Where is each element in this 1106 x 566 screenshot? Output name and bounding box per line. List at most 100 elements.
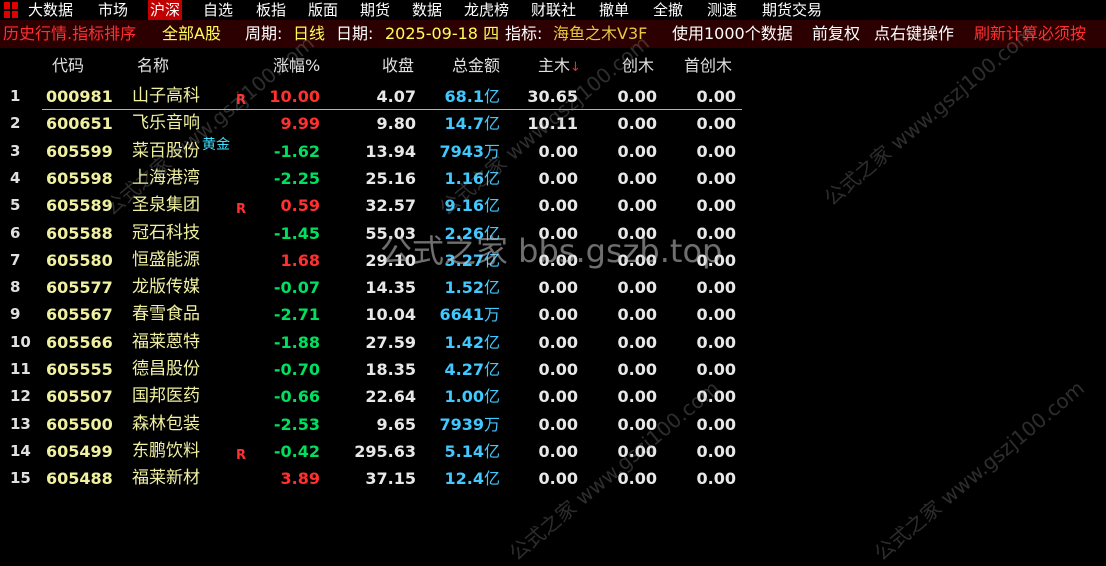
table-row[interactable]: 9 605567 春雪食品 -2.71 10.04 6641万 0.00 0.00 0.00 xyxy=(0,301,1106,329)
menu-item[interactable]: 自选 xyxy=(201,0,235,20)
menu-item[interactable]: 沪深 xyxy=(148,0,183,20)
close-price: 22.64 xyxy=(365,387,416,407)
first-chuang-value: 0.00 xyxy=(696,87,736,106)
table-row[interactable]: 14 605499 东鹏饮料 R -0.42 295.63 5.14亿 0.00 0.00 0.0… xyxy=(0,438,1106,466)
indicator-caption: 指标: xyxy=(505,24,543,43)
total-amount: 1.52亿 xyxy=(445,274,501,301)
change-pct: 10.00 xyxy=(269,87,320,106)
period-caption: 周期: xyxy=(245,24,283,43)
change-pct: 9.99 xyxy=(280,114,320,134)
row-index: 14 xyxy=(10,441,31,460)
menu-item[interactable]: 板指 xyxy=(254,0,288,20)
chuang-value: 0.00 xyxy=(617,141,657,161)
main-value: 0.00 xyxy=(538,196,578,216)
menu-item[interactable]: 财联社 xyxy=(529,0,578,20)
change-pct: -0.07 xyxy=(273,278,320,298)
watermark-text: 公式之家 bbs.gszb.top xyxy=(380,232,723,270)
amount-value: 14.7 xyxy=(444,114,484,134)
stock-code: 605599 xyxy=(46,141,113,161)
table-row[interactable]: 11 605555 德昌股份 -0.70 18.35 4.27亿 0.00 0.00 0.00 xyxy=(0,356,1106,384)
selected-row-underline xyxy=(42,109,742,110)
close-price: 14.35 xyxy=(365,278,416,298)
mode-label[interactable]: 历史行情.指标排序 xyxy=(3,20,136,48)
row-index: 5 xyxy=(10,196,21,215)
first-chuang-value: 0.00 xyxy=(696,196,736,216)
table-row[interactable]: 13 605500 森林包装 -2.53 9.65 7939万 0.00 0.00 0.00 xyxy=(0,411,1106,439)
total-amount: 12.4亿 xyxy=(445,465,501,492)
stock-code: 605598 xyxy=(46,168,113,188)
amount-unit: 亿 xyxy=(483,278,500,298)
stock-code: 600651 xyxy=(46,114,113,134)
adjust-button[interactable]: 前复权 xyxy=(812,20,860,48)
usage-text: 使用1000个数据 xyxy=(672,24,793,43)
status-info-bar: 历史行情.指标排序 全部A股 周期: 日线 日期: 2025-09-18 四 指… xyxy=(0,20,1106,48)
close-price: 32.57 xyxy=(365,196,416,216)
table-row[interactable]: 8 605577 龙版传媒 -0.07 14.35 1.52亿 0.00 0.00 0.00 xyxy=(0,274,1106,302)
table-header: 代码 名称 涨幅% 收盘 总金额 主木↓ 创木 首创木 xyxy=(0,52,1106,80)
menu-item[interactable]: 大数据 xyxy=(26,0,75,20)
change-pct: -2.25 xyxy=(273,168,320,188)
amount-unit: 亿 xyxy=(483,387,500,407)
amount-unit: 亿 xyxy=(483,469,500,489)
row-index: 4 xyxy=(10,168,21,187)
table-row[interactable]: 5 605589 圣泉集团 R 0.59 32.57 9.16亿 0.00 0.00 0.00 xyxy=(0,192,1106,220)
amount-value: 1.00 xyxy=(444,387,484,407)
change-pct: 1.68 xyxy=(280,250,320,270)
menu-item[interactable]: 期货交易 xyxy=(760,0,824,20)
close-price: 27.59 xyxy=(365,332,416,352)
stock-code: 605577 xyxy=(46,278,113,298)
main-value: 0.00 xyxy=(538,305,578,325)
stock-code: 605555 xyxy=(46,360,113,379)
menu-item[interactable]: 测速 xyxy=(705,0,739,20)
close-price: 9.80 xyxy=(376,114,416,134)
row-index: 10 xyxy=(10,332,31,351)
column-header-main[interactable]: 主木↓ xyxy=(538,52,581,80)
amount-value: 5.14 xyxy=(444,441,484,461)
table-row[interactable]: 10 605566 福莱蒽特 -1.88 27.59 1.42亿 0.00 0.00 0.00 xyxy=(0,329,1106,357)
scope-label[interactable]: 全部A股 xyxy=(162,20,221,48)
change-pct: -2.71 xyxy=(273,305,320,325)
amount-value: 1.52 xyxy=(444,278,484,298)
first-chuang-value: 0.00 xyxy=(696,278,736,298)
amount-unit: 万 xyxy=(483,414,500,434)
change-pct: 0.59 xyxy=(280,196,320,216)
app-logo-icon[interactable] xyxy=(4,2,18,18)
column-header-amount[interactable]: 总金额 xyxy=(452,52,500,80)
menu-item[interactable]: 市场 xyxy=(96,0,130,20)
close-price: 295.63 xyxy=(354,441,416,461)
menu-item[interactable]: 撤单 xyxy=(597,0,631,20)
total-amount: 7939万 xyxy=(439,411,500,438)
table-row[interactable]: 12 605507 国邦医药 -0.66 22.64 1.00亿 0.00 0.00 0.00 xyxy=(0,383,1106,411)
stock-code: 605567 xyxy=(46,305,113,325)
stock-name: 福莱蒽特 xyxy=(132,331,200,352)
row-index: 9 xyxy=(10,305,21,324)
menu-bar: 大数据 市场 沪深 自选 板指 版面 期货 数据 龙虎榜 财联社 撤单 全撤 测速 期货交易 xyxy=(0,0,1106,20)
column-header-first[interactable]: 首创木 xyxy=(684,52,732,80)
amount-unit: 亿 xyxy=(483,441,500,461)
chuang-value: 0.00 xyxy=(617,168,657,188)
total-amount: 5.14亿 xyxy=(445,438,501,465)
main-value: 0.00 xyxy=(538,168,578,188)
first-chuang-value: 0.00 xyxy=(696,469,736,489)
column-header-code[interactable]: 代码 xyxy=(52,52,84,80)
stock-name: 森林包装 xyxy=(132,413,200,434)
main-value: 0.00 xyxy=(538,360,578,379)
sort-down-icon: ↓ xyxy=(570,60,581,75)
menu-item[interactable]: 版面 xyxy=(306,0,340,20)
row-index: 6 xyxy=(10,223,21,242)
menu-item[interactable]: 全撤 xyxy=(651,0,685,20)
total-amount: 14.7亿 xyxy=(445,110,501,137)
date-value[interactable]: 2025-09-18 四 xyxy=(385,20,499,48)
chuang-value: 0.00 xyxy=(617,387,657,407)
menu-item[interactable]: 数据 xyxy=(410,0,444,20)
column-header-name[interactable]: 名称 xyxy=(137,52,169,80)
total-amount: 4.27亿 xyxy=(445,356,501,383)
first-chuang-value: 0.00 xyxy=(696,114,736,134)
column-header-close[interactable]: 收盘 xyxy=(382,52,414,80)
menu-item[interactable]: 期货 xyxy=(358,0,392,20)
stock-code: 000981 xyxy=(46,87,113,106)
chuang-value: 0.00 xyxy=(617,278,657,298)
total-amount: 68.1亿 xyxy=(445,83,501,110)
menu-item[interactable]: 龙虎榜 xyxy=(462,0,511,20)
stock-code: 605580 xyxy=(46,250,113,270)
